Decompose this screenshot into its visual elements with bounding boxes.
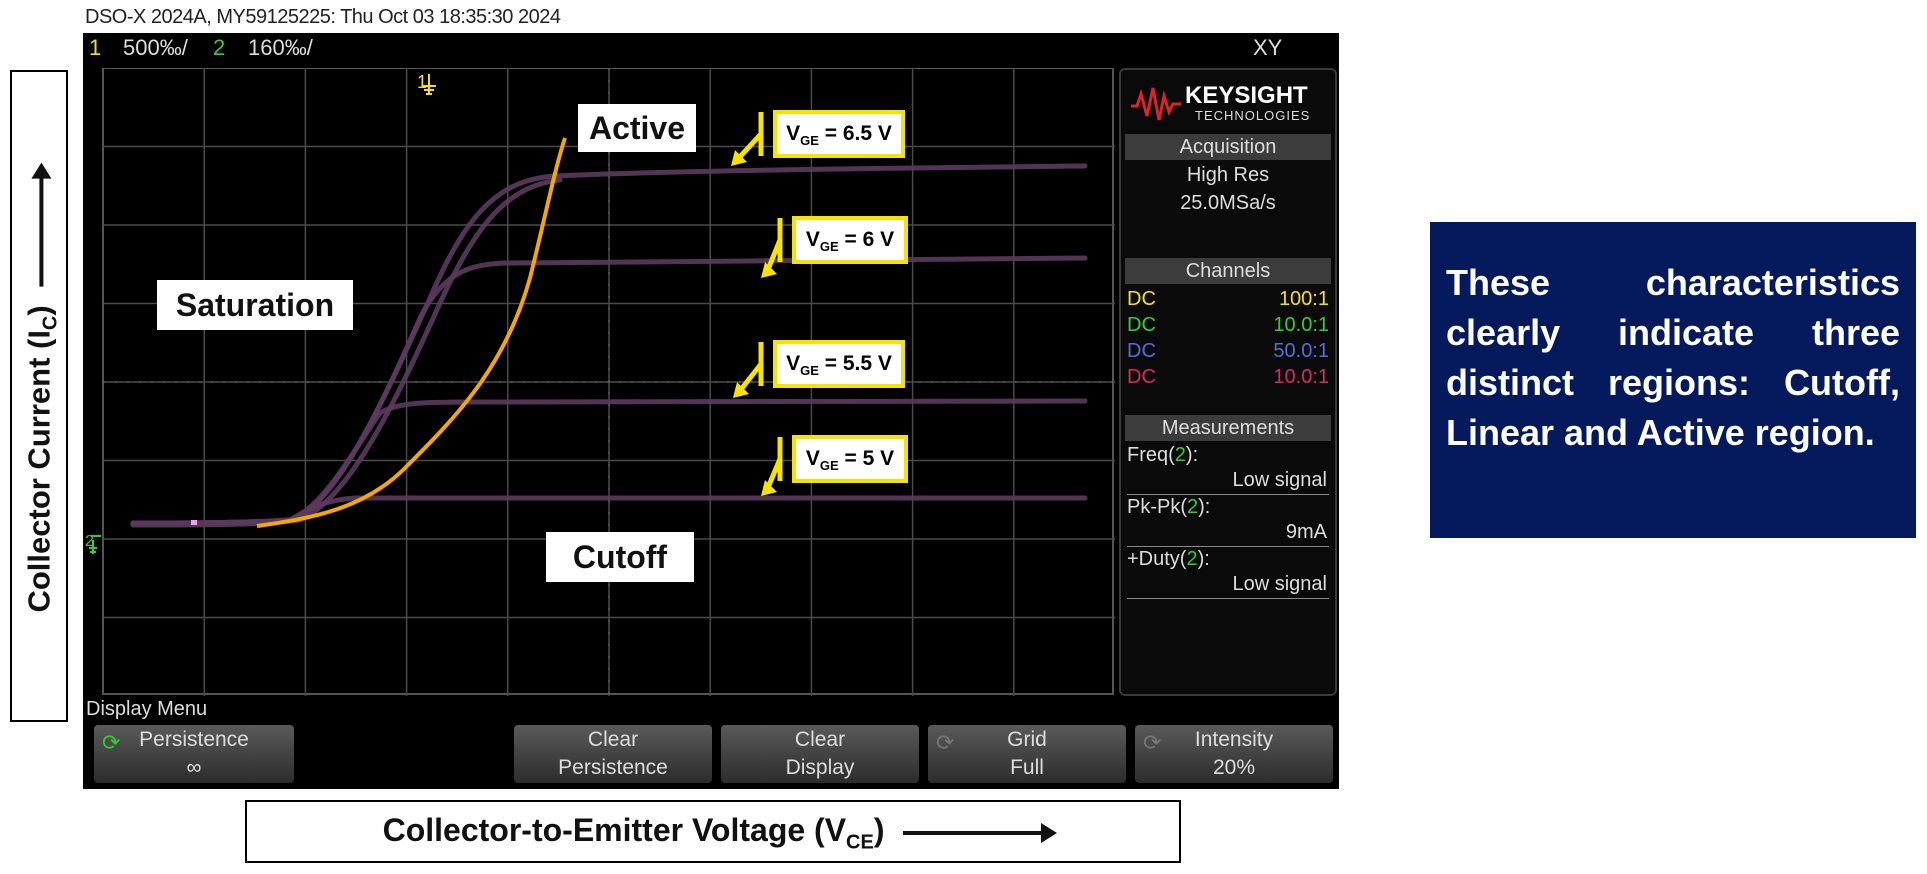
measurement-value: Low signal xyxy=(1232,573,1327,595)
y-axis-arrow-icon xyxy=(31,162,52,287)
region-label-active: Active xyxy=(578,104,696,152)
iv-trace xyxy=(130,177,563,528)
channel-coupling: DC xyxy=(1127,314,1156,336)
xy-plot-svg: 1 2 xyxy=(85,67,1115,696)
rotate-knob-icon: ⟳ xyxy=(1143,730,1162,755)
softkey-clear-persistence[interactable]: Clear Persistence xyxy=(514,725,712,783)
channels-header[interactable]: Channels xyxy=(1125,258,1331,284)
channel-coupling: DC xyxy=(1127,366,1156,388)
x-axis-label-box: Collector-to-Emitter Voltage (VCE) xyxy=(245,800,1181,863)
instrument-header: DSO-X 2024A, MY59125225: Thu Oct 03 18:3… xyxy=(85,6,561,28)
trace-start-dot xyxy=(191,520,197,525)
keysight-wave-icon xyxy=(1131,87,1181,121)
channel-row[interactable]: DC 100:1 xyxy=(1127,288,1329,311)
softkey-intensity[interactable]: ⟳ Intensity 20% xyxy=(1135,725,1333,783)
measurement-divider xyxy=(1127,546,1329,547)
ch2-ground-marker: 2 xyxy=(85,533,101,554)
x-axis-label-main: Collector-to-Emitter Voltage (V xyxy=(382,812,847,848)
rotate-knob-icon: ⟳ xyxy=(102,730,121,755)
measurement-divider xyxy=(1127,494,1329,495)
explanation-note: These characteristics clearly indicate t… xyxy=(1430,222,1916,538)
softkey-grid[interactable]: ⟳ Grid Full xyxy=(928,725,1126,783)
vge-label-5: VGE = 5 V xyxy=(792,435,908,483)
softkey-persistence[interactable]: ⟳ Persistence ∞ xyxy=(94,725,294,783)
channel-probe-ratio: 10.0:1 xyxy=(1273,314,1329,336)
ch1-ground-marker: 1 xyxy=(417,72,436,95)
x-axis-arrow-icon xyxy=(903,822,1058,843)
ch1-number[interactable]: 1 xyxy=(89,35,101,61)
x-axis-label: Collector-to-Emitter Voltage (VCE) xyxy=(247,812,1179,854)
vge-label-5-5: VGE = 5.5 V xyxy=(773,340,905,388)
measurement-name[interactable]: Freq(2): xyxy=(1127,444,1198,467)
ch1-scale[interactable]: 500‰/ xyxy=(123,35,188,61)
brand-sub: TECHNOLOGIES xyxy=(1195,108,1311,123)
channel-row[interactable]: DC 10.0:1 xyxy=(1127,366,1329,389)
menu-title: Display Menu xyxy=(86,698,208,720)
measurement-name[interactable]: +Duty(2): xyxy=(1127,548,1210,571)
channel-probe-ratio: 10.0:1 xyxy=(1273,366,1329,388)
graticule-border xyxy=(102,67,1114,695)
acquisition-header[interactable]: Acquisition xyxy=(1125,134,1331,160)
acquisition-mode: High Res xyxy=(1186,164,1270,186)
ch2-scale[interactable]: 160‰/ xyxy=(248,35,313,61)
y-axis-label-sub: C xyxy=(39,315,62,331)
region-label-saturation: Saturation xyxy=(157,280,353,330)
keysight-logo: KEYSIGHT TECHNOLOGIES xyxy=(1131,80,1327,126)
measurement-value: 9mA xyxy=(1285,521,1327,543)
y-axis-label-main: Collector Current (I xyxy=(21,330,57,613)
channel-probe-ratio: 50.0:1 xyxy=(1273,340,1329,362)
channel-row[interactable]: DC 50.0:1 xyxy=(1127,340,1329,363)
waveform-display[interactable]: 1 2 Active Saturation Cutoff VGE = 6.5 V… xyxy=(85,67,1115,696)
channel-row[interactable]: DC 10.0:1 xyxy=(1127,314,1329,337)
channel-coupling: DC xyxy=(1127,288,1156,310)
channel-probe-ratio: 100:1 xyxy=(1278,288,1329,310)
measurement-divider xyxy=(1127,598,1329,599)
ch2-number[interactable]: 2 xyxy=(213,35,225,61)
softkey-clear-display[interactable]: Clear Display xyxy=(721,725,919,783)
y-axis-label-box: Collector Current (IC) xyxy=(10,70,68,722)
y-axis-label-close: ) xyxy=(21,305,57,316)
channel-status-bar: 1 500‰/ 2 160‰/ XY xyxy=(83,33,1339,65)
measurements-header[interactable]: Measurements xyxy=(1125,415,1331,441)
region-label-cutoff: Cutoff xyxy=(546,532,694,582)
channel-coupling: DC xyxy=(1127,340,1156,362)
acquisition-rate: 25.0MSa/s xyxy=(1180,192,1276,214)
xy-mode-indicator: XY xyxy=(1253,35,1283,60)
vge-label-6-5: VGE = 6.5 V xyxy=(773,110,905,158)
x-axis-label-sub: CE xyxy=(846,831,874,854)
x-axis-label-close: ) xyxy=(873,812,885,848)
info-panel: KEYSIGHT TECHNOLOGIES Acquisition High R… xyxy=(1119,68,1337,696)
oscilloscope-screen: 1 500‰/ 2 160‰/ XY 1 2 Active Saturation… xyxy=(83,33,1339,789)
y-axis-label: Collector Current (IC) xyxy=(21,85,62,705)
measurement-name[interactable]: Pk-Pk(2): xyxy=(1127,496,1210,519)
measurement-value: Low signal xyxy=(1232,469,1327,491)
vge-label-6: VGE = 6 V xyxy=(792,216,908,264)
rotate-knob-icon: ⟳ xyxy=(936,730,955,755)
graticule xyxy=(102,67,1115,696)
brand-name: KEYSIGHT xyxy=(1185,82,1308,109)
